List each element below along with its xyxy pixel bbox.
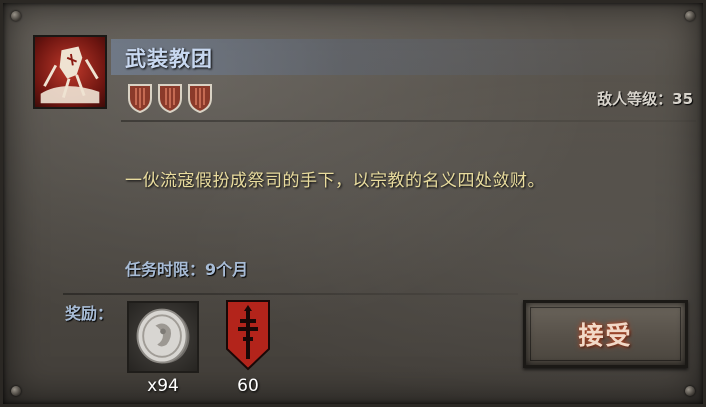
reward-count: 60 <box>237 376 259 396</box>
rivet-bottom-left <box>11 386 21 396</box>
reward-count: x94 <box>147 376 179 396</box>
rivet-top-left <box>11 11 21 21</box>
accept-button-label: 接受 <box>578 321 633 350</box>
reward-label: 奖励： <box>65 304 114 323</box>
mission-title: 武装教团 <box>125 47 213 71</box>
red-banner-icon <box>225 299 271 371</box>
mission-panel: 武装教团 敌人等级：35 一伙流寇假扮成祭司的手下，以宗教的名义四处敛财。 任务… <box>0 0 706 407</box>
time-limit: 任务时限：9个月 <box>125 260 249 279</box>
divider <box>63 293 518 295</box>
silver-coin-icon <box>127 301 199 373</box>
shield-icon <box>188 84 212 113</box>
shield-icon <box>158 84 182 113</box>
rivet-top-right <box>685 11 695 21</box>
mission-description: 一伙流寇假扮成祭司的手下，以宗教的名义四处敛财。 <box>125 171 545 191</box>
accept-button[interactable]: 接受 <box>523 300 688 368</box>
difficulty-shields <box>127 83 213 113</box>
rivet-bottom-right <box>685 386 695 396</box>
divider <box>121 120 696 122</box>
shield-icon <box>128 84 152 113</box>
mission-portrait-icon <box>33 35 107 109</box>
enemy-level: 敌人等级：35 <box>597 90 693 108</box>
